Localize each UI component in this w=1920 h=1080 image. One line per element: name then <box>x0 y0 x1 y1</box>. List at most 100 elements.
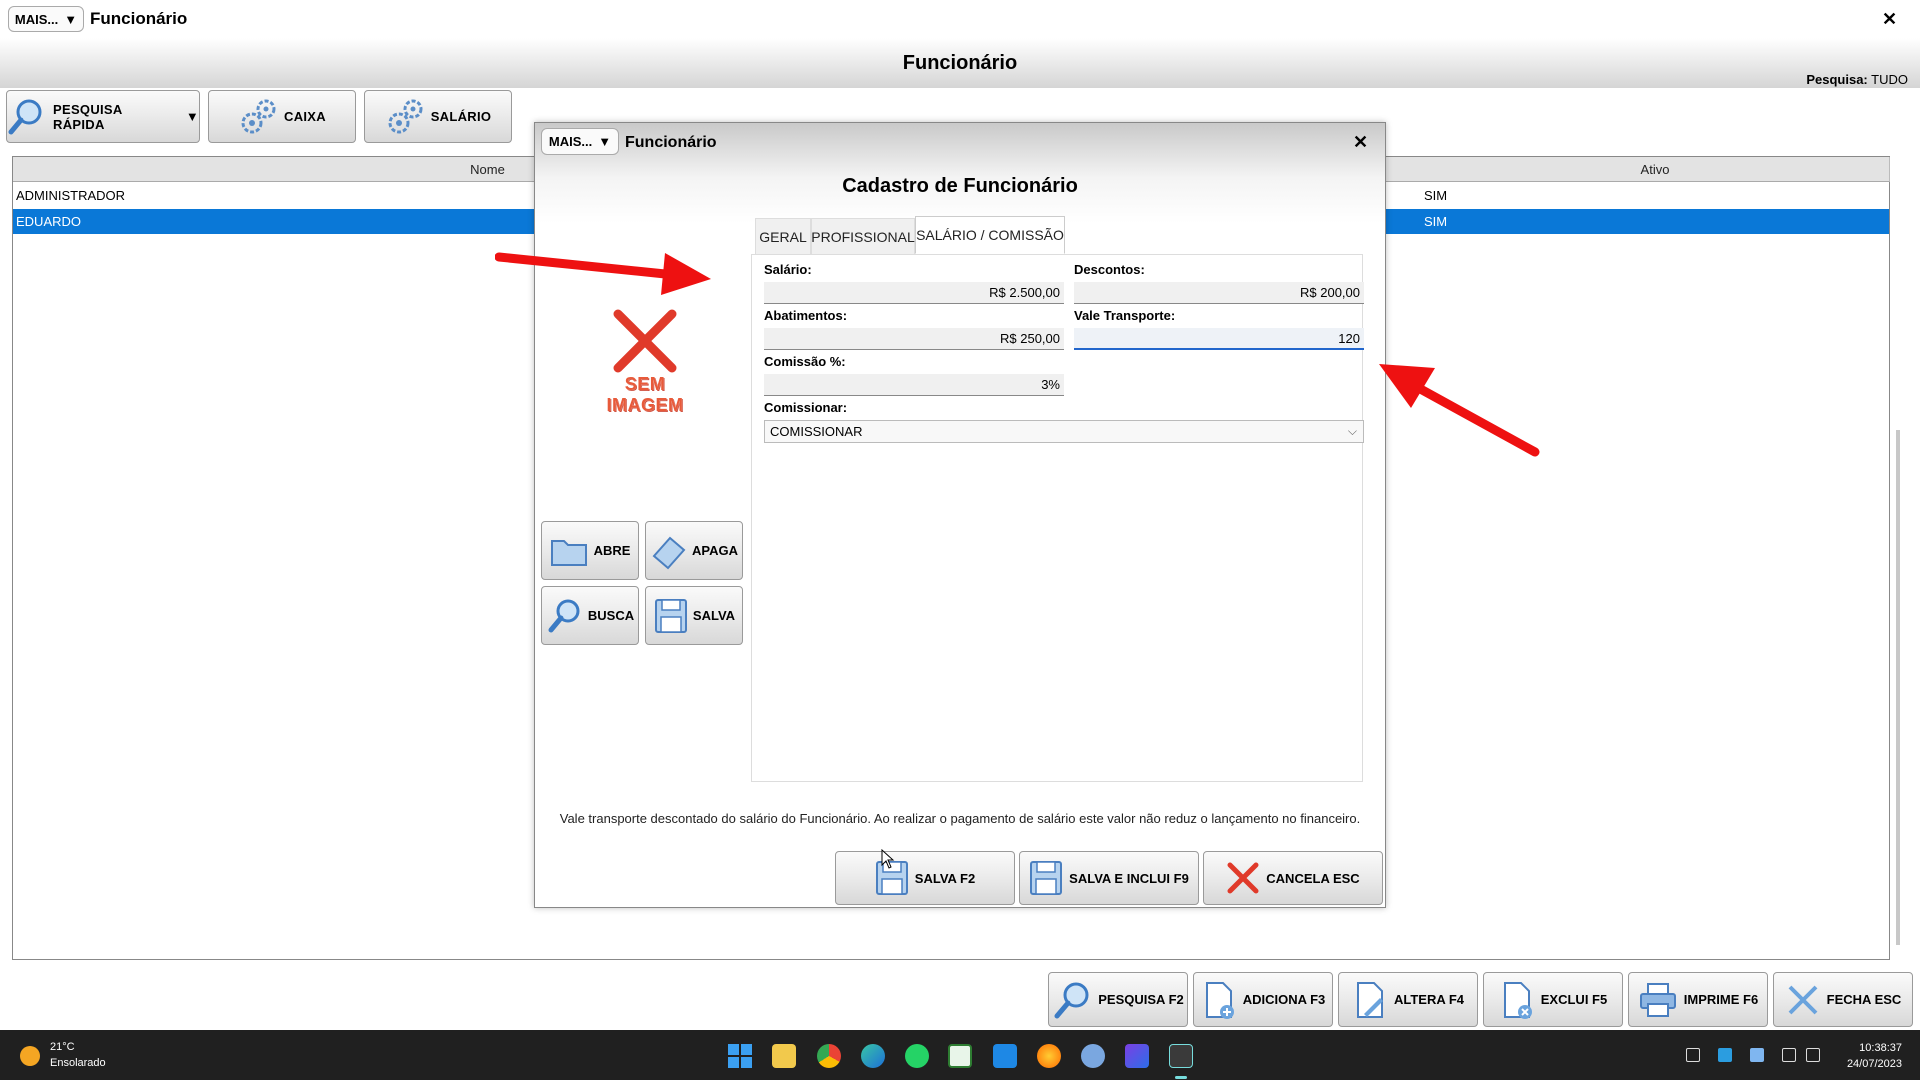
search-filter-value: TUDO <box>1871 72 1908 87</box>
chevron-down-icon[interactable]: ▼ <box>186 109 199 124</box>
weather-description[interactable]: Ensolarado <box>50 1057 106 1069</box>
tab-geral[interactable]: GERAL <box>755 218 811 254</box>
active-app-indicator <box>1175 1076 1187 1079</box>
usb-icon[interactable] <box>1686 1048 1700 1062</box>
cancel-esc-button[interactable]: CANCELA ESC <box>1203 851 1383 905</box>
delete-f5-label: EXCLUI F5 <box>1540 992 1608 1007</box>
magnifier-icon <box>8 99 42 134</box>
cloud-icon[interactable] <box>1750 1048 1764 1062</box>
dialog-title: Funcionário <box>625 134 717 151</box>
add-f3-label: ADICIONA F3 <box>1242 992 1326 1007</box>
vale-transporte-field[interactable]: 120 <box>1074 328 1364 350</box>
search-f2-label: PESQUISA F2 <box>1098 992 1184 1007</box>
dialog-heading: Cadastro de Funcionário <box>842 175 1078 197</box>
gears-icon <box>241 99 276 133</box>
comissao-field[interactable]: 3% <box>764 374 1064 396</box>
save-f2-button[interactable]: SALVA F2 <box>835 851 1015 905</box>
firefox-icon[interactable] <box>1037 1044 1061 1068</box>
tab-salario-comissao[interactable]: SALÁRIO / COMISSÃO <box>915 216 1065 254</box>
printer-icon <box>1639 982 1676 1017</box>
security-shield-icon[interactable] <box>1718 1048 1732 1062</box>
windows-start-icon[interactable] <box>728 1044 752 1068</box>
eraser-icon <box>652 536 686 569</box>
remote-app-icon[interactable] <box>993 1044 1017 1068</box>
close-esc-label: FECHA ESC <box>1826 992 1902 1007</box>
comissionar-value: COMISSIONAR <box>770 424 863 439</box>
media-player-icon[interactable] <box>1125 1044 1149 1068</box>
cash-button[interactable]: CAIXA <box>208 90 356 143</box>
print-f6-label: IMPRIME F6 <box>1683 992 1759 1007</box>
floppy-disk-icon <box>1030 861 1063 895</box>
open-image-button[interactable]: ABRE <box>541 521 639 580</box>
whatsapp-icon[interactable] <box>905 1044 929 1068</box>
search-filter-status: Pesquisa: TUDO <box>1806 72 1908 87</box>
column-header-ativo[interactable]: Ativo <box>1421 157 1890 182</box>
add-f3-button[interactable]: ADICIONA F3 <box>1193 972 1333 1027</box>
comissionar-select[interactable]: COMISSIONAR ⌵ <box>764 420 1364 443</box>
app-active-icon[interactable] <box>1169 1044 1193 1068</box>
no-image-text: SEM IMAGEM <box>595 374 695 416</box>
search-f2-button[interactable]: PESQUISA F2 <box>1048 972 1188 1027</box>
salary-label: SALÁRIO <box>430 109 492 124</box>
weather-temperature[interactable]: 21°C <box>50 1041 75 1053</box>
abatimentos-field[interactable]: R$ 250,00 <box>764 328 1064 350</box>
cash-label: CAIXA <box>284 109 326 124</box>
chevron-down-icon: ▼ <box>598 134 612 149</box>
folder-icon <box>550 539 587 566</box>
descontos-field[interactable]: R$ 200,00 <box>1074 282 1364 304</box>
salario-field[interactable]: R$ 2.500,00 <box>764 282 1064 304</box>
no-image-x-icon <box>613 309 677 373</box>
descontos-label: Descontos: <box>1074 262 1145 277</box>
print-f6-button[interactable]: IMPRIME F6 <box>1628 972 1768 1027</box>
open-image-label: ABRE <box>593 543 631 558</box>
edge-icon[interactable] <box>861 1044 885 1068</box>
vertical-scrollbar[interactable] <box>1896 430 1900 945</box>
file-explorer-icon[interactable] <box>772 1044 796 1068</box>
salary-commission-panel: Salário: R$ 2.500,00 Descontos: R$ 200,0… <box>751 254 1364 782</box>
info-note: Vale transporte descontado do salário do… <box>559 811 1361 826</box>
vale-transporte-label: Vale Transporte: <box>1074 308 1176 323</box>
close-icon <box>1788 985 1818 1014</box>
sun-icon[interactable] <box>20 1046 40 1066</box>
floppy-disk-icon <box>654 598 687 633</box>
magnifier-icon <box>1054 982 1089 1018</box>
photo-placeholder: SEM IMAGEM <box>595 308 695 416</box>
close-icon[interactable]: ✕ <box>1353 132 1368 153</box>
close-icon[interactable]: ✕ <box>1882 9 1897 30</box>
cancel-x-icon <box>1227 862 1259 894</box>
erase-image-label: APAGA <box>692 543 738 558</box>
save-f2-label: SALVA F2 <box>914 870 976 886</box>
quick-search-button[interactable]: PESQUISA RÁPIDA ▼ <box>6 90 200 143</box>
new-document-icon <box>1205 981 1234 1019</box>
save-and-new-f9-button[interactable]: SALVA E INCLUI F9 <box>1019 851 1199 905</box>
spreadsheet-icon[interactable] <box>948 1044 972 1068</box>
find-image-button[interactable]: BUSCA <box>541 586 639 645</box>
quick-search-label: PESQUISA RÁPIDA <box>53 101 123 132</box>
edit-document-icon <box>1356 981 1383 1018</box>
delete-document-icon <box>1503 981 1532 1019</box>
tab-profissional[interactable]: PROFISSIONAL <box>811 218 915 254</box>
edit-f4-label: ALTERA F4 <box>1393 992 1465 1007</box>
chevron-down-icon: ▼ <box>64 11 78 27</box>
salary-button[interactable]: SALÁRIO <box>364 90 512 143</box>
more-menu-button[interactable]: MAIS... ▼ <box>8 6 84 32</box>
salario-label: Salário: <box>764 262 812 277</box>
save-image-button[interactable]: SALVA <box>645 586 743 645</box>
mouse-pointer-icon <box>881 849 895 869</box>
chrome-icon[interactable] <box>817 1044 841 1068</box>
erase-image-button[interactable]: APAGA <box>645 521 743 580</box>
clock-time[interactable]: 10:38:37 <box>1859 1042 1902 1054</box>
network-icon[interactable] <box>1782 1048 1796 1062</box>
clock-date[interactable]: 24/07/2023 <box>1847 1058 1902 1070</box>
volume-icon[interactable] <box>1806 1048 1820 1062</box>
page-title: Funcionário <box>902 52 1018 74</box>
find-image-label: BUSCA <box>587 608 635 623</box>
dialog-more-menu-button[interactable]: MAIS... ▼ <box>541 128 619 155</box>
delete-f5-button[interactable]: EXCLUI F5 <box>1483 972 1623 1027</box>
settings-gear-icon[interactable] <box>1081 1044 1105 1068</box>
cell-ativo: SIM <box>1424 214 1448 229</box>
edit-f4-button[interactable]: ALTERA F4 <box>1338 972 1478 1027</box>
app-titlebar: MAIS... ▼ Funcionário ✕ <box>0 0 1920 38</box>
close-esc-button[interactable]: FECHA ESC <box>1773 972 1913 1027</box>
no-image-line1: SEM <box>624 374 666 394</box>
